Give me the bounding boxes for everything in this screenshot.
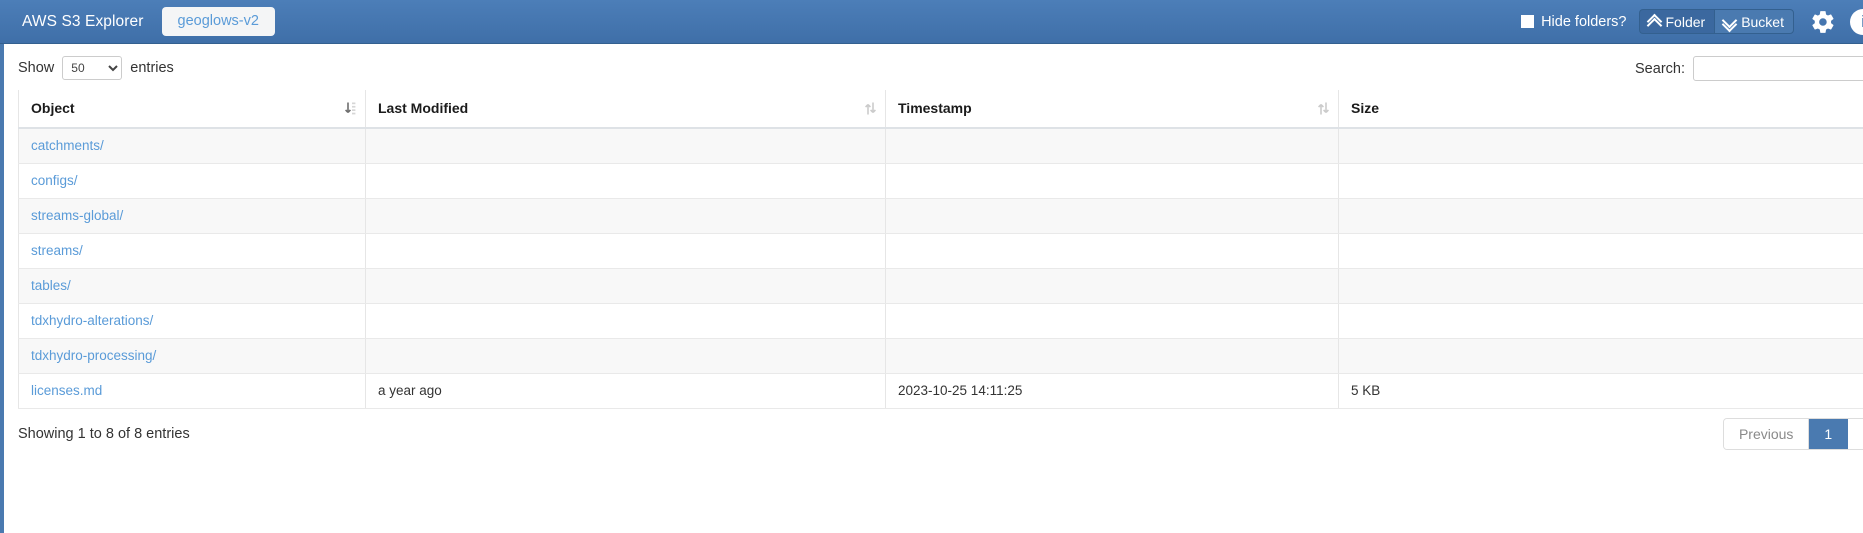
cell-size	[1338, 163, 1863, 199]
column-header-object-label: Object	[31, 100, 75, 116]
table-body: catchments/configs/streams-global/stream…	[18, 128, 1863, 409]
table-row: streams-global/	[18, 198, 1863, 234]
header-actions: Hide folders? Folder Bucket i	[1521, 0, 1863, 43]
chevron-double-down-icon	[1724, 15, 1735, 28]
cell-size	[1338, 268, 1863, 304]
column-header-size-label: Size	[1351, 100, 1380, 116]
object-link[interactable]: streams-global/	[31, 208, 123, 223]
object-link[interactable]: streams/	[31, 243, 83, 258]
cell-timestamp	[885, 268, 1339, 304]
cell-timestamp	[885, 303, 1339, 339]
hide-folders-toggle[interactable]: Hide folders?	[1521, 13, 1627, 30]
column-header-timestamp[interactable]: Timestamp	[885, 90, 1339, 129]
pagination-next[interactable]: Next	[1848, 419, 1863, 449]
cell-object: tables/	[18, 268, 366, 304]
cell-timestamp: 2023-10-25 14:11:25	[885, 373, 1339, 409]
cell-object: licenses.md	[18, 373, 366, 409]
cell-object: catchments/	[18, 128, 366, 164]
navigation-button-group: Folder Bucket	[1638, 9, 1794, 34]
cell-timestamp	[885, 338, 1339, 374]
cell-timestamp	[885, 128, 1339, 164]
bucket-button-label: Bucket	[1741, 13, 1784, 30]
pagination: Previous 1 Next	[1722, 418, 1863, 450]
cell-last-modified: a year ago	[365, 373, 886, 409]
table-header: Object Last Modified Timestamp Size	[18, 90, 1863, 129]
column-header-size[interactable]: Size	[1338, 90, 1863, 129]
object-link[interactable]: tdxhydro-alterations/	[31, 313, 153, 328]
cell-last-modified	[365, 338, 886, 374]
show-label: Show	[18, 60, 55, 76]
cell-timestamp	[885, 233, 1339, 269]
table-header-row: Object Last Modified Timestamp Size	[18, 90, 1863, 129]
object-link[interactable]: tables/	[31, 278, 71, 293]
cell-object: tdxhydro-processing/	[18, 338, 366, 374]
gear-icon[interactable]	[1810, 9, 1836, 35]
app-title: AWS S3 Explorer	[22, 12, 144, 30]
search-input[interactable]	[1693, 56, 1863, 81]
cell-size	[1338, 198, 1863, 234]
folder-button-label: Folder	[1665, 13, 1706, 30]
cell-object: tdxhydro-alterations/	[18, 303, 366, 339]
object-link[interactable]: tdxhydro-processing/	[31, 348, 156, 363]
table-row: tdxhydro-alterations/	[18, 303, 1863, 339]
cell-last-modified	[365, 128, 886, 164]
object-link[interactable]: licenses.md	[31, 383, 102, 398]
search-label: Search:	[1635, 60, 1685, 77]
object-link[interactable]: configs/	[31, 173, 78, 188]
cell-object: configs/	[18, 163, 366, 199]
search-control: Search:	[1635, 56, 1863, 81]
cell-size	[1338, 303, 1863, 339]
cell-last-modified	[365, 303, 886, 339]
cell-size: 5 KB	[1338, 373, 1863, 409]
folder-up-button[interactable]: Folder	[1638, 9, 1715, 34]
table-row: catchments/	[18, 128, 1863, 164]
column-header-last-modified[interactable]: Last Modified	[365, 90, 886, 129]
column-header-object[interactable]: Object	[18, 90, 366, 129]
page-body: Show 102550100 entries Search: Object	[0, 44, 1863, 533]
object-link[interactable]: catchments/	[31, 138, 104, 153]
table-controls: Show 102550100 entries Search:	[4, 44, 1863, 90]
table-row: configs/	[18, 163, 1863, 199]
page-length-select[interactable]: 102550100	[62, 56, 123, 80]
table-footer: Showing 1 to 8 of 8 entries Previous 1 N…	[4, 409, 1863, 469]
column-header-last-modified-label: Last Modified	[378, 100, 469, 116]
sort-none-icon	[865, 101, 876, 116]
sort-ascending-icon	[345, 101, 356, 116]
app-header: AWS S3 Explorer geoglows-v2 Hide folders…	[0, 0, 1863, 44]
cell-timestamp	[885, 198, 1339, 234]
bucket-button[interactable]: Bucket	[1714, 9, 1794, 34]
objects-table: Object Last Modified Timestamp Size catc…	[18, 90, 1863, 409]
table-row: tdxhydro-processing/	[18, 338, 1863, 374]
entries-label: entries	[130, 60, 174, 76]
cell-last-modified	[365, 198, 886, 234]
cell-size	[1338, 338, 1863, 374]
table-row: streams/	[18, 233, 1863, 269]
cell-last-modified	[365, 233, 886, 269]
bucket-name-pill[interactable]: geoglows-v2	[161, 7, 275, 36]
hide-folders-checkbox[interactable]	[1521, 15, 1535, 28]
cell-size	[1338, 233, 1863, 269]
cell-object: streams/	[18, 233, 366, 269]
table-row: licenses.md a year ago 2023-10-25 14:11:25…	[18, 373, 1863, 409]
cell-size	[1338, 128, 1863, 164]
cell-last-modified	[365, 163, 886, 199]
cell-object: streams-global/	[18, 198, 366, 234]
pagination-previous[interactable]: Previous	[1723, 419, 1810, 449]
pagination-page-1[interactable]: 1	[1809, 419, 1849, 449]
column-header-timestamp-label: Timestamp	[898, 100, 972, 116]
objects-table-container: Object Last Modified Timestamp Size catc…	[4, 90, 1863, 409]
chevron-double-up-icon	[1649, 15, 1660, 28]
hide-folders-label: Hide folders?	[1541, 13, 1627, 30]
info-circle-icon[interactable]: i	[1850, 8, 1863, 35]
sort-none-icon	[1318, 101, 1329, 116]
table-row: tables/	[18, 268, 1863, 304]
page-length-control: Show 102550100 entries	[18, 56, 174, 80]
entries-info: Showing 1 to 8 of 8 entries	[18, 426, 190, 442]
cell-last-modified	[365, 268, 886, 304]
cell-timestamp	[885, 163, 1339, 199]
